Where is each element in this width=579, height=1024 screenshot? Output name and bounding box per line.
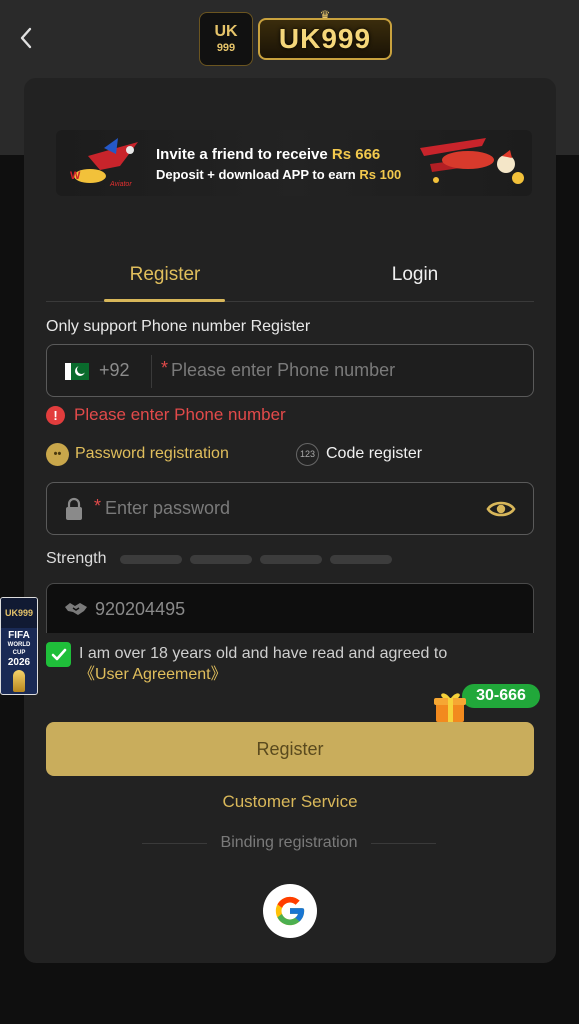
strength-segment xyxy=(190,554,253,564)
user-agreement-link[interactable]: 《User Agreement》 xyxy=(79,664,227,685)
strength-label: Strength xyxy=(46,550,107,567)
float-title-line2: WORLD CUP xyxy=(7,642,31,656)
agreement-row: I am over 18 years old and have read and… xyxy=(46,642,534,690)
password-dots-icon: •• xyxy=(46,442,69,466)
tab-register[interactable]: Register xyxy=(75,248,255,302)
invite-code-value: 920204495 xyxy=(95,599,186,619)
google-icon xyxy=(275,896,305,926)
strength-segment xyxy=(260,554,323,564)
phone-field: +92 * xyxy=(46,344,534,397)
float-title-line3: 2026 xyxy=(7,657,31,668)
banner-line1-prefix: Invite a friend to receive xyxy=(156,146,328,163)
registration-options: •• Password registration 123 Code regist… xyxy=(46,441,534,467)
register-button[interactable]: Register xyxy=(46,722,534,776)
binding-registration-label: Binding registration xyxy=(220,834,358,851)
banner-text: Invite a friend to receive Rs 666 Deposi… xyxy=(156,146,436,183)
agree-text: I am over 18 years old and have read and… xyxy=(79,645,448,662)
banner-line1-amount: Rs 666 xyxy=(331,146,381,163)
support-text: Only support Phone number Register xyxy=(46,318,311,335)
field-divider xyxy=(151,355,152,388)
float-title-line1: FIFA xyxy=(8,630,30,641)
phone-input[interactable] xyxy=(159,346,519,395)
invite-code-field[interactable]: 920204495 xyxy=(46,583,534,633)
aviator-plane-icon: W Aviator xyxy=(70,138,138,188)
option-code-label: Code register xyxy=(326,445,423,462)
checkmark-icon xyxy=(51,648,66,660)
password-strength: Strength xyxy=(46,548,400,570)
eye-icon[interactable] xyxy=(486,497,516,521)
trophy-icon xyxy=(13,670,25,692)
customer-service-link[interactable]: Customer Service xyxy=(46,792,534,812)
chevron-left-icon xyxy=(20,27,32,49)
google-login-button[interactable] xyxy=(263,884,317,938)
logo-badge: UK 999 xyxy=(199,12,253,66)
divider-line xyxy=(142,842,207,844)
error-icon: ! xyxy=(46,405,65,425)
strength-segment xyxy=(330,554,393,564)
svg-text:W: W xyxy=(70,170,81,182)
tab-login[interactable]: Login xyxy=(325,248,505,302)
pakistan-flag-icon[interactable] xyxy=(65,363,89,380)
active-tab-indicator xyxy=(104,299,225,302)
float-logo: UK999 xyxy=(1,598,37,628)
phone-error-text: Please enter Phone number xyxy=(74,405,286,424)
gift-promo-badge[interactable]: 30-666 xyxy=(430,684,542,726)
gift-box-icon xyxy=(434,693,466,722)
auth-tabs: Register Login xyxy=(46,248,534,302)
password-field: * xyxy=(46,482,534,535)
phone-error: ! Please enter Phone number xyxy=(46,404,286,426)
strength-segment xyxy=(120,554,183,564)
country-code[interactable]: +92 xyxy=(99,360,130,381)
binding-registration-divider: Binding registration xyxy=(142,832,436,854)
agree-checkbox[interactable] xyxy=(46,642,71,667)
aviator-label: Aviator xyxy=(109,181,132,188)
logo-badge-line2: 999 xyxy=(216,42,236,54)
header: UK 999 ♛ UK999 xyxy=(0,0,579,78)
fifa-promo-float[interactable]: UK999 FIFA WORLD CUP 2026 xyxy=(0,597,38,695)
gift-promo-label: 30-666 xyxy=(462,684,540,708)
password-input[interactable] xyxy=(97,484,477,533)
lock-icon xyxy=(66,497,82,520)
handshake-icon xyxy=(65,603,87,615)
promo-banner[interactable]: W Aviator Invite a friend to receive Rs … xyxy=(56,130,532,196)
divider-line xyxy=(371,842,436,844)
biplane-icon xyxy=(420,138,524,184)
banner-line2-prefix: Deposit + download APP to earn xyxy=(156,166,356,182)
banner-line2-amount: Rs 100 xyxy=(359,166,402,182)
float-title: FIFA WORLD CUP 2026 xyxy=(1,630,37,668)
option-code-register[interactable]: 123 Code register xyxy=(296,441,422,467)
back-button[interactable] xyxy=(12,24,40,52)
logo-badge-line1: UK xyxy=(214,23,238,40)
numeric-code-icon: 123 xyxy=(296,442,319,466)
logo-wordmark: UK999 xyxy=(258,18,392,60)
option-password-label: Password registration xyxy=(75,445,229,462)
option-password-registration[interactable]: •• Password registration xyxy=(46,441,229,467)
